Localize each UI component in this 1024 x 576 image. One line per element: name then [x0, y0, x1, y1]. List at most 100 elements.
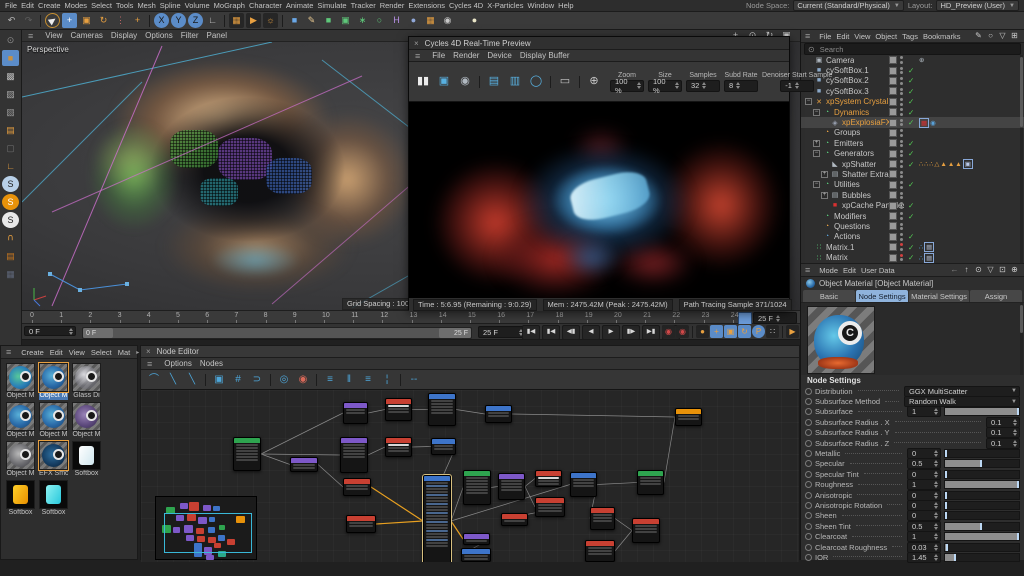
- menu-item-select[interactable]: Select: [91, 348, 112, 357]
- grid-snap-icon[interactable]: #: [230, 372, 246, 387]
- key-parameter-icon[interactable]: P: [752, 325, 765, 338]
- tree-row-matrix-1[interactable]: ∷Matrix.1✓∴▦: [801, 242, 1024, 252]
- node-header[interactable]: [591, 508, 614, 513]
- graph-node-red[interactable]: [632, 518, 660, 543]
- tree-row-generators[interactable]: −◔Generators✓: [801, 149, 1024, 159]
- rotate-tool-icon[interactable]: ↻: [96, 13, 111, 28]
- number-box[interactable]: 0.5: [907, 458, 941, 469]
- layout-select[interactable]: HD_Preview (User) ▼: [936, 0, 1019, 11]
- spinner-icon[interactable]: [637, 82, 641, 89]
- select-box[interactable]: Random Walk▼: [904, 396, 1020, 407]
- menu-item-options[interactable]: Options: [164, 359, 192, 368]
- region-render-icon[interactable]: ▣: [435, 73, 453, 91]
- spline-tool-icon[interactable]: H: [389, 13, 404, 28]
- menu-item-x-particles[interactable]: X-Particles: [487, 1, 523, 10]
- mute-node-icon[interactable]: ◉: [295, 372, 311, 387]
- graph-node-red[interactable]: [501, 513, 528, 526]
- menu-item-display[interactable]: Display: [111, 31, 137, 40]
- hamburger-icon[interactable]: ≡: [6, 347, 11, 357]
- volume-builder-icon[interactable]: ●: [406, 13, 421, 28]
- render-settings-icon[interactable]: ☼: [263, 13, 278, 28]
- spinner-icon[interactable]: [1013, 419, 1017, 426]
- autokey-icon[interactable]: ◉: [676, 325, 689, 338]
- scrollbar-thumb[interactable]: [1020, 305, 1023, 333]
- last-tool-icon[interactable]: +: [130, 13, 145, 28]
- node-header[interactable]: [464, 471, 490, 476]
- material-item[interactable]: Softbox: [5, 480, 36, 517]
- node-header[interactable]: [344, 479, 370, 484]
- menu-item-bookmarks[interactable]: Bookmarks: [923, 32, 961, 41]
- tree-row-modifiers[interactable]: ◔Modifiers✓: [801, 211, 1024, 221]
- add-cube-icon[interactable]: ■: [287, 13, 302, 28]
- next-key-icon[interactable]: ▶▮: [642, 325, 660, 340]
- material-thumbnail[interactable]: [6, 441, 35, 470]
- material-thumbnail[interactable]: [39, 402, 68, 431]
- material-item[interactable]: EFX Smo: [38, 441, 69, 478]
- visibility-dots[interactable]: [900, 108, 903, 116]
- param-slider[interactable]: [944, 459, 1020, 468]
- menu-item-help[interactable]: Help: [558, 1, 573, 10]
- number-box[interactable]: 1: [907, 479, 941, 490]
- spinner-icon[interactable]: [934, 554, 938, 561]
- tree-row-matrix[interactable]: ∷Matrix✓∴▦: [801, 252, 1024, 262]
- tab-assign[interactable]: Assign: [970, 290, 1022, 302]
- material-item[interactable]: Object M: [38, 363, 69, 400]
- param-number-field[interactable]: 0: [907, 448, 941, 459]
- menu-item-file[interactable]: File: [432, 51, 445, 60]
- playback-options-icon[interactable]: ▶: [786, 325, 799, 338]
- animate-dot-icon[interactable]: [805, 429, 812, 436]
- key-scale-icon[interactable]: ▣: [724, 325, 737, 338]
- align-vertical-icon[interactable]: ‖: [341, 372, 357, 387]
- number-box[interactable]: 0: [907, 448, 941, 459]
- menu-item-tracker[interactable]: Tracker: [351, 1, 376, 10]
- graph-node-red[interactable]: [385, 437, 412, 457]
- frame-node-icon[interactable]: ▣: [211, 372, 227, 387]
- tag-icon[interactable]: ▦: [924, 242, 934, 252]
- animate-dot-icon[interactable]: [805, 419, 812, 426]
- enabled-check-icon[interactable]: ✓: [908, 66, 914, 75]
- tree-row-utilities[interactable]: −◔Utilities✓: [801, 180, 1024, 190]
- tag-icon[interactable]: ∴: [929, 160, 933, 168]
- tree-row-groups[interactable]: ◔Groups: [801, 128, 1024, 138]
- visibility-dots[interactable]: [900, 223, 903, 231]
- node-editor-titlebar[interactable]: × Node Editor: [141, 346, 799, 358]
- texture-mode-icon[interactable]: ▩: [2, 68, 19, 84]
- param-number-field[interactable]: 1: [907, 406, 941, 417]
- spinner-icon[interactable]: [795, 82, 799, 89]
- param-number-field[interactable]: 1: [907, 479, 941, 490]
- menu-item-mode[interactable]: Mode: [819, 266, 838, 275]
- spinner-icon[interactable]: [934, 471, 938, 478]
- spinner-icon[interactable]: [934, 544, 938, 551]
- timeline-ruler[interactable]: 25 F 01234567891011121314151617181920212…: [22, 310, 800, 324]
- menu-item-options[interactable]: Options: [145, 31, 173, 40]
- visibility-dots[interactable]: [900, 77, 903, 85]
- material-item[interactable]: Object M: [5, 441, 36, 478]
- material-item[interactable]: Glass Di: [71, 363, 102, 400]
- param-slider[interactable]: [944, 501, 1020, 510]
- visibility-dots[interactable]: [900, 67, 903, 75]
- visibility-dots[interactable]: [900, 212, 903, 220]
- hamburger-icon[interactable]: ≡: [805, 265, 810, 275]
- select-box[interactable]: GGX MultiScatter▼: [904, 386, 1020, 397]
- param-number-field[interactable]: 0.5: [907, 458, 941, 469]
- polygons-mode-icon[interactable]: ▢: [2, 140, 19, 156]
- spinner-icon[interactable]: [934, 481, 938, 488]
- layer-checkbox[interactable]: [889, 87, 897, 95]
- material-item[interactable]: Object M: [71, 402, 102, 439]
- number-box[interactable]: 0: [907, 469, 941, 480]
- menu-item-window[interactable]: Window: [527, 1, 554, 10]
- preview-range-slider[interactable]: 0 F 25 F: [82, 327, 472, 339]
- coord-system-icon[interactable]: ∟: [205, 13, 220, 28]
- node-header[interactable]: [536, 498, 564, 503]
- filter-icon[interactable]: ▽: [985, 265, 996, 276]
- menu-item-create[interactable]: Create: [21, 348, 44, 357]
- menu-item-character[interactable]: Character: [249, 1, 282, 10]
- tool-stack-icon[interactable]: ⋮: [113, 13, 128, 28]
- tree-row-xpshatter[interactable]: ◣xpShatter✓∴∴∴△▲▲▲▣: [801, 159, 1024, 169]
- layer-checkbox[interactable]: [889, 56, 897, 64]
- material-thumbnail[interactable]: [72, 363, 101, 392]
- close-icon[interactable]: ×: [146, 347, 151, 356]
- param-number-field[interactable]: 0.1: [986, 438, 1020, 449]
- axis-x-icon[interactable]: X: [154, 13, 169, 28]
- visibility-dots[interactable]: [900, 88, 903, 96]
